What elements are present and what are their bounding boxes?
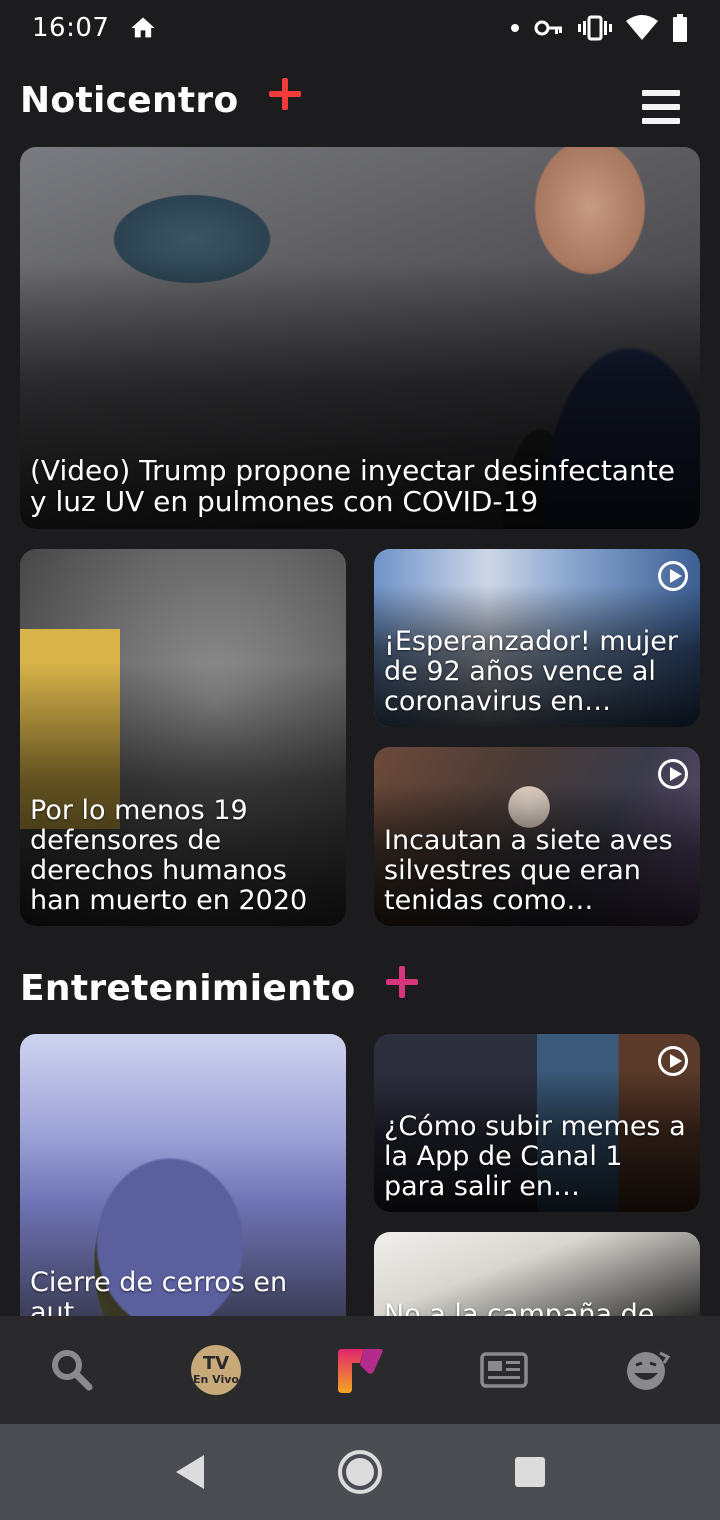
add-noticentro-plus-icon[interactable]	[267, 76, 303, 112]
battery-icon	[673, 14, 687, 42]
featured-headline: (Video) Trump propone inyectar desinfect…	[30, 454, 675, 518]
nav-news[interactable]	[464, 1330, 544, 1410]
system-navigation-bar	[0, 1424, 720, 1520]
video-play-icon	[658, 1046, 688, 1076]
search-icon	[52, 1350, 93, 1391]
video-play-icon	[658, 561, 688, 591]
entertainment-card-memes[interactable]: ¿Cómo subir memes a la App de Canal 1 pa…	[374, 1034, 700, 1212]
news-headline-aves: Incautan a siete aves silvestres que era…	[384, 826, 673, 916]
featured-news-card[interactable]: (Video) Trump propone inyectar desinfect…	[20, 147, 700, 529]
add-entretenimiento-plus-icon[interactable]	[384, 964, 420, 1000]
tv-en-vivo-icon: TV En Vivo	[191, 1345, 241, 1395]
entertainment-headline-memes: ¿Cómo subir memes a la App de Canal 1 pa…	[384, 1112, 686, 1202]
nav-search[interactable]	[32, 1330, 112, 1410]
notification-dot-icon	[511, 24, 519, 32]
entertainment-card-cerros[interactable]: Cierre de cerros en aut	[20, 1034, 346, 1316]
noticentro-header: Noticentro	[20, 77, 303, 121]
hamburger-menu-icon[interactable]	[642, 90, 680, 124]
laughing-face-icon	[627, 1351, 671, 1390]
section-title-entretenimiento: Entretenimiento	[20, 968, 356, 1009]
nav-tv-en-vivo[interactable]: TV En Vivo	[176, 1330, 256, 1410]
nav-memes[interactable]	[608, 1330, 688, 1410]
status-time: 16:07	[32, 13, 110, 43]
wifi-icon	[626, 15, 658, 40]
entertainment-headline-fake: No a la campaña de	[384, 1299, 655, 1317]
canal1-logo-icon	[338, 1349, 383, 1393]
vpn-key-icon	[534, 20, 562, 36]
news-card-aves[interactable]: Incautan a siete aves silvestres que era…	[374, 747, 700, 926]
home-circle-icon	[338, 1450, 382, 1494]
entretenimiento-header: Entretenimiento	[20, 965, 420, 1009]
news-card-defensores[interactable]: Por lo menos 19 defensores de derechos h…	[20, 549, 346, 926]
news-headline-defensores: Por lo menos 19 defensores de derechos h…	[30, 795, 308, 916]
entertainment-headline-cerros: Cierre de cerros en aut	[30, 1267, 288, 1317]
system-recents-button[interactable]	[445, 1424, 615, 1520]
home-icon	[131, 17, 156, 38]
status-bar: 16:07	[0, 0, 720, 56]
back-triangle-icon	[176, 1455, 204, 1489]
newspaper-icon	[480, 1352, 528, 1388]
system-back-button[interactable]	[105, 1424, 275, 1520]
section-title-noticentro: Noticentro	[20, 80, 239, 121]
system-home-button[interactable]	[275, 1424, 445, 1520]
nav-canal1-home[interactable]	[320, 1330, 400, 1410]
entertainment-card-fake[interactable]: No a la campaña de	[374, 1232, 700, 1316]
bottom-navigation: TV En Vivo	[0, 1316, 720, 1424]
news-card-esperanzador[interactable]: ¡Esperanzador! mujer de 92 años vence al…	[374, 549, 700, 727]
vibrate-icon	[578, 15, 612, 41]
video-play-icon	[658, 759, 688, 789]
recents-square-icon	[515, 1457, 545, 1487]
news-headline-esperanzador: ¡Esperanzador! mujer de 92 años vence al…	[384, 627, 678, 717]
